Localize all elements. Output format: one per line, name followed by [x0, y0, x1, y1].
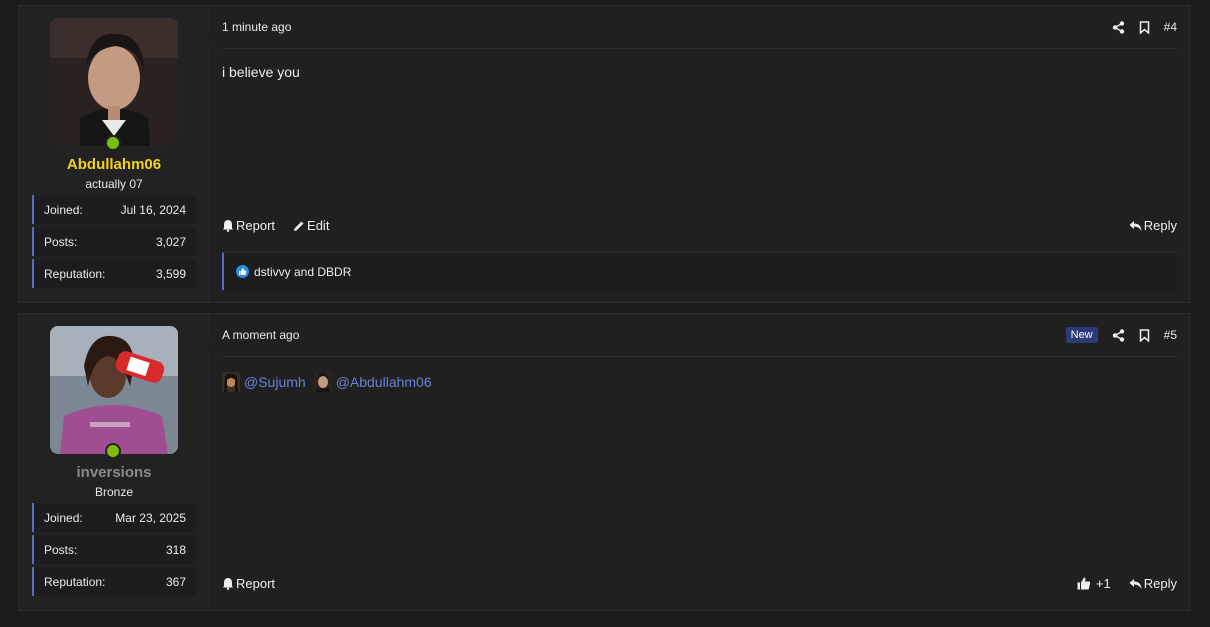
stat-value: Jul 16, 2024 — [120, 202, 186, 217]
mention-link-sujumh[interactable]: @Sujumh — [244, 374, 306, 390]
stat-label: Posts: — [44, 234, 78, 249]
stat-value: 3,027 — [155, 234, 186, 249]
avatar[interactable] — [50, 326, 178, 454]
report-label: Report — [236, 576, 276, 591]
stat-label: Posts: — [44, 542, 78, 557]
report-button[interactable]: Report — [222, 576, 275, 591]
reply-icon — [1129, 578, 1142, 590]
user-info-column: Abdullahm06 actually 07 Joined: Jul 16, … — [19, 6, 209, 302]
avatar[interactable] — [50, 18, 178, 146]
username[interactable]: Abdullahm06 — [19, 156, 209, 173]
message-header: A moment ago New #5 — [222, 314, 1177, 357]
stat-label: Reputation: — [44, 266, 106, 281]
share-icon[interactable] — [1112, 20, 1125, 34]
edit-button[interactable]: Edit — [293, 218, 329, 233]
stat-value: 367 — [165, 574, 186, 589]
post-number[interactable]: #4 — [1164, 20, 1177, 34]
bookmark-icon[interactable] — [1139, 328, 1150, 342]
header-actions: #4 — [1112, 20, 1177, 34]
edit-label: Edit — [307, 218, 330, 233]
stat-reputation: Reputation: 367 — [32, 567, 196, 596]
report-label: Report — [236, 218, 276, 233]
post-number[interactable]: #5 — [1164, 328, 1177, 342]
message-arrow — [202, 30, 210, 46]
post-4: Abdullahm06 actually 07 Joined: Jul 16, … — [18, 5, 1190, 303]
message-body: @Sujumh @Abdullahm06 — [222, 372, 436, 392]
reply-label: Reply — [1143, 218, 1177, 233]
message-column: A moment ago New #5 @Sujumh @Abdullahm06 — [202, 314, 1189, 610]
footer-actions-left: Report Edit — [222, 218, 329, 233]
message-footer: Report Edit Reply — [222, 218, 1177, 233]
reactions-bar[interactable]: dstivvy and DBDR — [222, 252, 1177, 290]
online-status-indicator — [105, 135, 121, 151]
stat-value: 3,599 — [155, 266, 186, 281]
stat-value: 318 — [165, 542, 186, 557]
username[interactable]: inversions — [19, 464, 209, 481]
post-5: inversions Bronze Joined: Mar 23, 2025 P… — [18, 313, 1190, 611]
stat-reputation: Reputation: 3,599 — [32, 259, 196, 288]
stat-joined: Joined: Jul 16, 2024 — [32, 195, 196, 224]
stat-label: Joined: — [44, 202, 83, 217]
bookmark-icon[interactable] — [1139, 20, 1150, 34]
thumbs-up-icon — [1077, 577, 1091, 590]
stat-label: Reputation: — [44, 574, 106, 589]
user-stats: Joined: Mar 23, 2025 Posts: 318 Reputati… — [32, 503, 196, 599]
reply-label: Reply — [1143, 576, 1177, 591]
user-info-column: inversions Bronze Joined: Mar 23, 2025 P… — [19, 314, 209, 610]
like-reaction-icon — [236, 265, 249, 278]
share-icon[interactable] — [1112, 328, 1125, 342]
user-title: Bronze — [94, 485, 134, 499]
message-arrow — [202, 338, 210, 354]
footer-actions-right: Reply — [1129, 218, 1177, 233]
mention-link-abdullahm06[interactable]: @Abdullahm06 — [336, 374, 432, 390]
stat-posts: Posts: 3,027 — [32, 227, 196, 256]
like-button[interactable]: +1 — [1077, 576, 1111, 591]
bell-icon — [222, 577, 234, 590]
reply-icon — [1129, 220, 1142, 232]
message-header: 1 minute ago #4 — [222, 6, 1177, 49]
footer-actions-left: Report — [222, 576, 275, 591]
user-stats: Joined: Jul 16, 2024 Posts: 3,027 Reputa… — [32, 195, 196, 291]
footer-actions-right: +1 Reply — [1077, 576, 1177, 591]
header-actions: New #5 — [1065, 327, 1177, 343]
report-button[interactable]: Report — [222, 218, 275, 233]
stat-label: Joined: — [44, 510, 83, 525]
mention-avatar — [313, 372, 332, 392]
pencil-icon — [293, 220, 305, 232]
stat-joined: Joined: Mar 23, 2025 — [32, 503, 196, 532]
post-time[interactable]: 1 minute ago — [222, 20, 291, 34]
post-time[interactable]: A moment ago — [222, 328, 299, 342]
mention-avatar — [222, 372, 240, 392]
new-badge: New — [1065, 327, 1098, 343]
message-footer: Report +1 Reply — [222, 576, 1177, 591]
stat-value: Mar 23, 2025 — [115, 510, 186, 525]
reply-button[interactable]: Reply — [1129, 576, 1177, 591]
reply-button[interactable]: Reply — [1129, 218, 1177, 233]
stat-posts: Posts: 318 — [32, 535, 196, 564]
user-title: actually 07 — [85, 177, 143, 191]
like-count: +1 — [1095, 576, 1111, 591]
bell-icon — [222, 219, 234, 232]
message-body: i believe you — [222, 64, 300, 80]
online-status-indicator — [105, 443, 121, 459]
message-column: 1 minute ago #4 i believe you Report Edi… — [202, 6, 1189, 302]
reactions-text: dstivvy and DBDR — [254, 264, 352, 279]
